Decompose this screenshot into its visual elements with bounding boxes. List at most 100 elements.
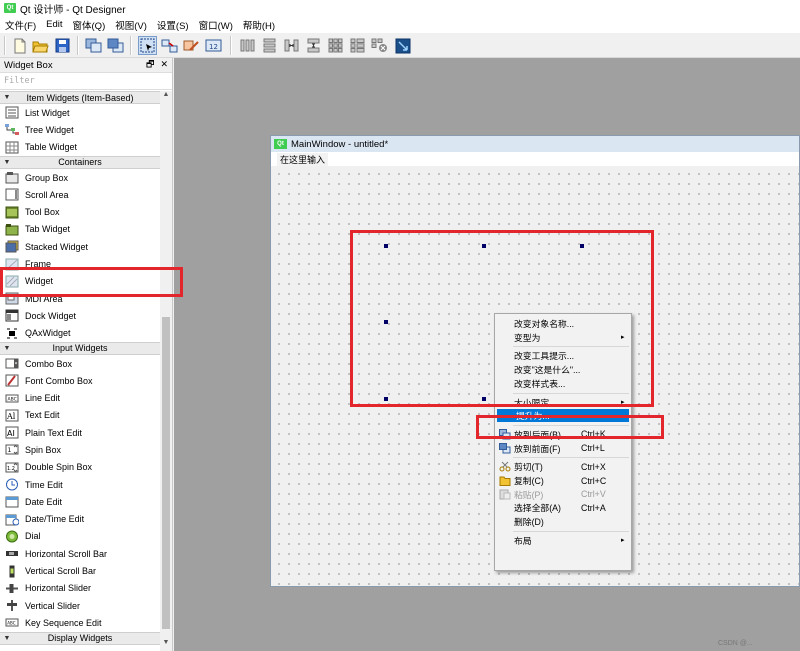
- menu-item-shortcut: Ctrl+C: [581, 475, 607, 486]
- save-icon[interactable]: [53, 36, 72, 55]
- menu-view[interactable]: 视图(V): [110, 18, 152, 32]
- menu-type-here[interactable]: 在这里输入: [277, 152, 329, 166]
- edit-signals-slots-icon[interactable]: [160, 36, 179, 55]
- widget-item[interactable]: Vertical Scroll Bar: [0, 562, 160, 579]
- menu-item-label: 放到前面(F): [514, 443, 561, 454]
- widget-filter-input[interactable]: Filter: [0, 73, 172, 90]
- new-icon[interactable]: [10, 36, 29, 55]
- break-layout-icon[interactable]: [370, 36, 389, 55]
- widget-item[interactable]: Date/Time Edit: [0, 511, 160, 528]
- context-menu-item[interactable]: 选择全部(A) Ctrl+A: [495, 501, 631, 514]
- menu-window[interactable]: 窗口(W): [194, 18, 238, 32]
- menu-settings[interactable]: 设置(S): [152, 18, 194, 32]
- context-menu-item[interactable]: 删除(D): [495, 515, 631, 528]
- window-title: Qt 设计师 - Qt Designer: [20, 4, 126, 16]
- menu-file[interactable]: 文件(F): [0, 18, 41, 32]
- menu-icon-slot: [498, 516, 512, 527]
- svg-text:ABC: ABC: [8, 396, 17, 402]
- table-widget-icon: [4, 140, 20, 154]
- widget-item[interactable]: Combo Box: [0, 355, 160, 372]
- menu-item-label: 剪切(T): [514, 462, 543, 473]
- context-menu-item[interactable]: 复制(C) Ctrl+C: [495, 474, 631, 487]
- bring-to-front-icon[interactable]: [106, 36, 125, 55]
- chevron-down-icon[interactable]: ▼: [0, 635, 14, 642]
- widget-item[interactable]: Tool Box: [0, 203, 160, 220]
- widget-item[interactable]: Time Edit: [0, 476, 160, 493]
- menu-item-shortcut: Ctrl+L: [581, 443, 605, 454]
- widget-item[interactable]: Dial: [0, 528, 160, 545]
- widget-item-label: Key Sequence Edit: [25, 617, 102, 628]
- stacked-widget-icon: [4, 240, 20, 254]
- chevron-right-icon: ▸: [621, 537, 625, 545]
- widget-item-label: Text Edit: [25, 410, 60, 421]
- context-menu-item[interactable]: 剪切(T) Ctrl+X: [495, 460, 631, 473]
- close-icon[interactable]: ✕: [160, 59, 168, 69]
- widget-item[interactable]: 1.2 Double Spin Box: [0, 459, 160, 476]
- layout-vertical-splitter-icon[interactable]: [304, 36, 323, 55]
- category-header[interactable]: ▼ Display Widgets: [0, 631, 160, 645]
- widget-item[interactable]: List Widget: [0, 104, 160, 121]
- category-header[interactable]: ▼ Containers: [0, 155, 160, 169]
- menu-item-shortcut: Ctrl+X: [581, 461, 606, 472]
- widget-list: ▼ Item Widgets (Item-Based) List Widget Tre…: [0, 91, 160, 651]
- context-menu-item[interactable]: 放到前面(F) Ctrl+L: [495, 442, 631, 455]
- send-to-back-icon[interactable]: [84, 36, 103, 55]
- widget-item[interactable]: ABC Line Edit: [0, 389, 160, 406]
- widget-item[interactable]: Horizontal Slider: [0, 580, 160, 597]
- widget-item[interactable]: AI Plain Text Edit: [0, 424, 160, 441]
- widget-item[interactable]: Tree Widget: [0, 121, 160, 138]
- category-header[interactable]: ▼ Item Widgets (Item-Based): [0, 91, 160, 104]
- widget-item[interactable]: Date Edit: [0, 493, 160, 510]
- widget-item[interactable]: Horizontal Scroll Bar: [0, 545, 160, 562]
- svg-text:12: 12: [209, 43, 218, 51]
- edit-tab-order-icon[interactable]: 12: [204, 36, 223, 55]
- menu-edit[interactable]: Edit: [41, 19, 67, 30]
- scrollbar-thumb[interactable]: [162, 317, 170, 629]
- watermark-text: CSDN @...: [718, 640, 753, 647]
- menu-form[interactable]: 窗体(Q): [68, 18, 111, 32]
- widget-item[interactable]: Dock Widget: [0, 307, 160, 324]
- key-sequence-edit-icon: ABC: [4, 616, 20, 630]
- widget-item[interactable]: Group Box: [0, 169, 160, 186]
- menu-item-label: 选择全部(A): [514, 503, 561, 514]
- layout-grid-icon[interactable]: [326, 36, 345, 55]
- widget-box-scrollbar[interactable]: ▲ ▼: [160, 91, 172, 651]
- widget-item[interactable]: Tab Widget: [0, 221, 160, 238]
- widget-item[interactable]: QAxWidget: [0, 325, 160, 342]
- adjust-size-icon[interactable]: [393, 36, 412, 55]
- context-menu-item[interactable]: 布局 ▸: [495, 534, 631, 547]
- widget-item[interactable]: Stacked Widget: [0, 238, 160, 255]
- edit-widgets-icon[interactable]: [138, 36, 157, 55]
- layout-horizontal-splitter-icon[interactable]: [282, 36, 301, 55]
- widget-item-label: Table Widget: [25, 142, 78, 153]
- widget-item[interactable]: Vertical Slider: [0, 597, 160, 614]
- scroll-up-icon[interactable]: ▲: [160, 91, 172, 103]
- layout-form-icon[interactable]: [348, 36, 367, 55]
- widget-item[interactable]: Font Combo Box: [0, 372, 160, 389]
- chevron-down-icon[interactable]: ▼: [0, 94, 14, 101]
- chevron-down-icon[interactable]: ▼: [0, 345, 14, 352]
- toolbar-handle[interactable]: [4, 36, 6, 55]
- widget-item-label: Tree Widget: [25, 124, 74, 135]
- float-icon[interactable]: 🗗: [146, 59, 154, 69]
- widget-item[interactable]: Al Text Edit: [0, 407, 160, 424]
- scroll-down-icon[interactable]: ▼: [160, 639, 172, 651]
- time-edit-icon: [4, 478, 20, 492]
- edit-buddies-icon[interactable]: [182, 36, 201, 55]
- toolbar-separator: [130, 36, 132, 55]
- open-icon[interactable]: [31, 36, 50, 55]
- widget-item-label: Vertical Scroll Bar: [25, 566, 97, 577]
- widget-item[interactable]: Scroll Area: [0, 186, 160, 203]
- horizontal-slider-icon: [4, 581, 20, 595]
- category-header[interactable]: ▼ Input Widgets: [0, 341, 160, 355]
- widget-item-label: Scroll Area: [25, 189, 69, 200]
- layout-vertical-icon[interactable]: [260, 36, 279, 55]
- widget-item-label: Group Box: [25, 172, 69, 183]
- chevron-down-icon[interactable]: ▼: [0, 159, 14, 166]
- widget-item[interactable]: ABC Key Sequence Edit: [0, 614, 160, 631]
- widget-item[interactable]: 1 Spin Box: [0, 441, 160, 458]
- layout-horizontal-icon[interactable]: [238, 36, 257, 55]
- menu-help[interactable]: 帮助(H): [238, 18, 280, 32]
- qt-logo-icon: Qt: [4, 3, 16, 13]
- widget-item[interactable]: Table Widget: [0, 139, 160, 156]
